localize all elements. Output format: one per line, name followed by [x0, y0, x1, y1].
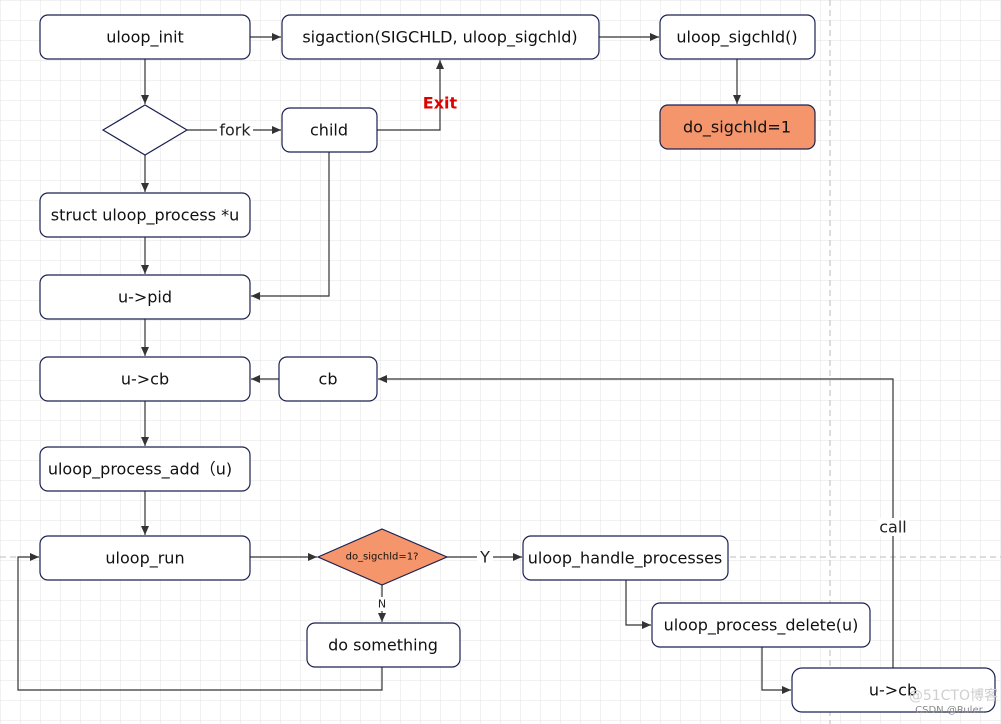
- svg-text:uloop_init: uloop_init: [106, 28, 184, 48]
- edge-label-call: call: [879, 518, 907, 537]
- svg-text:uloop_process_add（u): uloop_process_add（u): [48, 460, 232, 480]
- edge-label-yes: Y: [479, 548, 490, 567]
- node-do-something[interactable]: do something: [306, 622, 461, 668]
- node-uloop-run[interactable]: uloop_run: [39, 535, 251, 581]
- node-cb[interactable]: cb: [278, 356, 378, 402]
- watermark-csdn: CSDN @Ruler.: [915, 705, 985, 716]
- svg-text:child: child: [310, 121, 348, 140]
- node-uloop-process-delete[interactable]: uloop_process_delete(u): [651, 602, 871, 648]
- edge-label-fork: fork: [219, 121, 251, 140]
- node-uloop-handle-processes[interactable]: uloop_handle_processes: [522, 535, 729, 581]
- svg-text:cb: cb: [319, 370, 338, 389]
- svg-text:uloop_run: uloop_run: [105, 549, 184, 569]
- svg-text:do something: do something: [328, 636, 438, 655]
- svg-text:do_sigchld=1?: do_sigchld=1?: [346, 552, 419, 563]
- svg-text:u->pid: u->pid: [118, 288, 172, 307]
- node-uloop-process-add[interactable]: uloop_process_add（u): [39, 446, 251, 492]
- node-sigaction[interactable]: sigaction(SIGCHLD, uloop_sigchld): [281, 14, 600, 60]
- edge-label-no: N: [378, 598, 386, 611]
- svg-text:uloop_process_delete(u): uloop_process_delete(u): [664, 616, 859, 636]
- flowchart: fork Exit Y N call uloop_init sigaction(…: [0, 0, 1001, 724]
- node-child[interactable]: child: [281, 107, 378, 153]
- node-u-pid[interactable]: u->pid: [39, 274, 251, 320]
- svg-text:struct uloop_process *u: struct uloop_process *u: [51, 206, 240, 226]
- svg-text:uloop_sigchld(): uloop_sigchld(): [676, 28, 797, 48]
- node-do-sigchld-set[interactable]: do_sigchld=1: [659, 104, 816, 150]
- svg-text:do_sigchld=1: do_sigchld=1: [683, 118, 791, 138]
- svg-text:uloop_handle_processes: uloop_handle_processes: [528, 549, 723, 569]
- svg-text:sigaction(SIGCHLD, uloop_sigch: sigaction(SIGCHLD, uloop_sigchld): [302, 28, 577, 48]
- watermark-51cto: @51CTO博客: [909, 687, 998, 704]
- node-uloop-sigchld[interactable]: uloop_sigchld(): [659, 14, 816, 60]
- node-uloop-init[interactable]: uloop_init: [39, 14, 251, 60]
- node-struct-uloop-process[interactable]: struct uloop_process *u: [39, 192, 251, 238]
- svg-text:u->cb: u->cb: [121, 370, 169, 389]
- edge-label-exit: Exit: [423, 94, 458, 113]
- node-u-cb[interactable]: u->cb: [39, 356, 251, 402]
